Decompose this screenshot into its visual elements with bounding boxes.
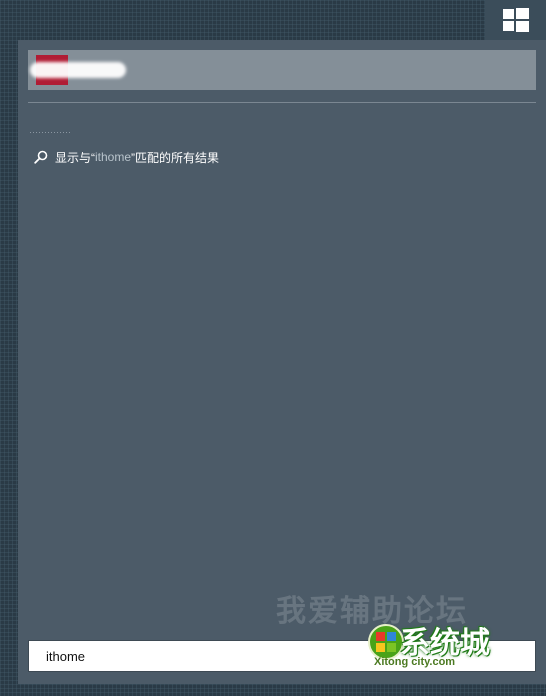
desktop-background: 显示与“ithome”匹配的所有结果 我爱辅助论坛 www.bbs.com 系统… — [0, 0, 546, 696]
section-hint-dots — [30, 132, 70, 133]
search-icon — [34, 150, 48, 164]
windows-logo-icon — [502, 8, 529, 32]
show-all-results-link[interactable]: 显示与“ ithome ”匹配的所有结果 — [34, 147, 219, 167]
search-result-query: ithome — [95, 150, 132, 164]
start-button[interactable] — [485, 0, 546, 40]
search-result-prefix: 显示与“ — [55, 150, 95, 165]
logo-watermark-subtext: Xitong city.com — [374, 656, 456, 668]
user-name-redacted — [30, 62, 126, 78]
search-result-suffix: ”匹配的所有结果 — [131, 150, 220, 165]
user-account-bar[interactable] — [28, 50, 536, 90]
divider — [28, 102, 536, 103]
